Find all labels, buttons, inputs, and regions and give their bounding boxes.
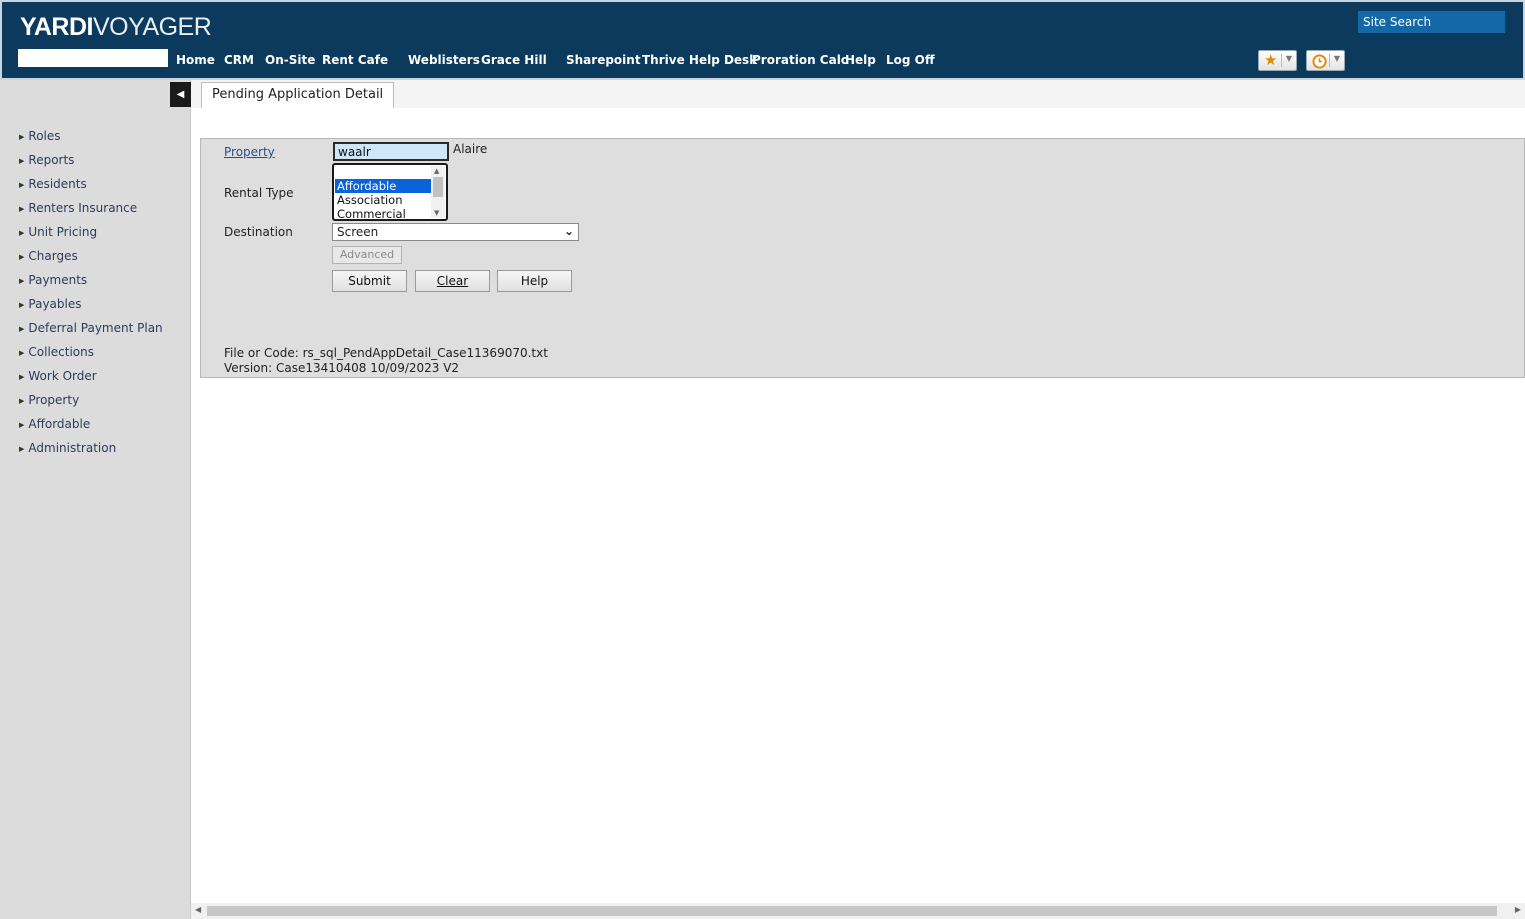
sidebar-item-renters-insurance[interactable]: ▶ Renters Insurance bbox=[19, 201, 137, 215]
yardi-voyager-logo: YARDIVOYAGER bbox=[20, 13, 212, 41]
nav-home[interactable]: Home bbox=[176, 53, 215, 67]
submit-button[interactable]: Submit bbox=[332, 270, 407, 292]
sidebar-item-residents[interactable]: ▶ Residents bbox=[19, 177, 87, 191]
nav-thrive-help-desk[interactable]: Thrive Help Desk bbox=[642, 53, 757, 67]
caret-right-icon: ▶ bbox=[19, 349, 25, 357]
property-input[interactable]: waalr bbox=[333, 142, 449, 161]
clear-button[interactable]: Clear bbox=[415, 270, 490, 292]
chevron-down-icon: ▼ bbox=[1333, 54, 1340, 63]
tab-pending-application-detail[interactable]: Pending Application Detail bbox=[201, 82, 395, 108]
advanced-button[interactable]: Advanced bbox=[332, 246, 402, 264]
horizontal-scrollbar[interactable]: ◀ ▶ bbox=[191, 903, 1525, 919]
caret-right-icon: ▶ bbox=[19, 205, 25, 213]
scrollbar-thumb[interactable] bbox=[207, 906, 1497, 916]
nav-log-off[interactable]: Log Off bbox=[886, 53, 935, 67]
sidebar-item-payments[interactable]: ▶ Payments bbox=[19, 273, 87, 287]
version-info: Version: Case13410408 10/09/2023 V2 bbox=[224, 361, 460, 375]
rental-type-label: Rental Type bbox=[224, 186, 294, 200]
scroll-right-icon[interactable]: ▶ bbox=[1515, 905, 1521, 914]
listbox-scrollbar[interactable]: ▲ ▼ bbox=[431, 166, 445, 218]
caret-right-icon: ▶ bbox=[19, 445, 25, 453]
star-icon: ★ bbox=[1264, 51, 1278, 69]
destination-label: Destination bbox=[224, 225, 293, 239]
rental-type-option-commercial[interactable]: Commercial bbox=[335, 207, 431, 219]
scroll-up-icon[interactable]: ▲ bbox=[434, 167, 439, 175]
caret-right-icon: ▶ bbox=[19, 277, 25, 285]
caret-right-icon: ▶ bbox=[19, 253, 25, 261]
user-name-box bbox=[18, 49, 168, 67]
nav-help[interactable]: Help bbox=[845, 53, 876, 67]
nav-rent-cafe[interactable]: Rent Cafe bbox=[322, 53, 388, 67]
destination-select[interactable]: Screen ⌄ bbox=[332, 223, 579, 241]
sidebar-item-charges[interactable]: ▶ Charges bbox=[19, 249, 78, 263]
sidebar-item-deferral-payment-plan[interactable]: ▶ Deferral Payment Plan bbox=[19, 321, 163, 335]
favorites-button[interactable]: ★ ▼ bbox=[1258, 50, 1297, 71]
scrollbar-thumb[interactable] bbox=[433, 177, 443, 197]
chevron-down-icon: ⌄ bbox=[563, 224, 574, 238]
nav-proration-calc[interactable]: Proration Calc bbox=[752, 53, 848, 67]
collapse-sidebar-button[interactable]: ◀ bbox=[170, 82, 191, 107]
nav-grace-hill[interactable]: Grace Hill bbox=[481, 53, 547, 67]
chevron-down-icon: ▼ bbox=[1285, 54, 1292, 63]
sidebar-item-work-order[interactable]: ▶ Work Order bbox=[19, 369, 97, 383]
property-name: Alaire bbox=[453, 142, 488, 156]
sidebar-item-affordable[interactable]: ▶ Affordable bbox=[19, 417, 90, 431]
rental-type-option-association[interactable]: Association bbox=[335, 193, 431, 207]
caret-right-icon: ▶ bbox=[19, 301, 25, 309]
scroll-down-icon[interactable]: ▼ bbox=[434, 209, 439, 217]
property-link[interactable]: Property bbox=[224, 145, 275, 159]
caret-right-icon: ▶ bbox=[19, 421, 25, 429]
sidebar-item-roles[interactable]: ▶ Roles bbox=[19, 129, 61, 143]
file-code-info: File or Code: rs_sql_PendAppDetail_Case1… bbox=[224, 346, 548, 360]
sidebar-item-unit-pricing[interactable]: ▶ Unit Pricing bbox=[19, 225, 97, 239]
rental-type-listbox[interactable]: Affordable Association Commercial ▲ ▼ bbox=[332, 163, 448, 221]
history-button[interactable]: ▼ bbox=[1306, 50, 1345, 71]
nav-on-site[interactable]: On-Site bbox=[265, 53, 315, 67]
sidebar-item-reports[interactable]: ▶ Reports bbox=[19, 153, 74, 167]
caret-right-icon: ▶ bbox=[19, 157, 25, 165]
caret-right-icon: ▶ bbox=[19, 397, 25, 405]
caret-right-icon: ▶ bbox=[19, 325, 25, 333]
destination-value: Screen bbox=[337, 225, 379, 239]
clock-icon bbox=[1312, 52, 1327, 73]
caret-right-icon: ▶ bbox=[19, 181, 25, 189]
caret-right-icon: ▶ bbox=[19, 229, 25, 237]
caret-right-icon: ▶ bbox=[19, 373, 25, 381]
help-button[interactable]: Help bbox=[497, 270, 572, 292]
nav-weblisters[interactable]: Weblisters bbox=[408, 53, 480, 67]
sidebar-item-administration[interactable]: ▶ Administration bbox=[19, 441, 116, 455]
caret-right-icon: ▶ bbox=[19, 133, 25, 141]
sidebar-item-payables[interactable]: ▶ Payables bbox=[19, 297, 81, 311]
sidebar-item-property[interactable]: ▶ Property bbox=[19, 393, 79, 407]
nav-sharepoint[interactable]: Sharepoint bbox=[566, 53, 641, 67]
sidebar-item-collections[interactable]: ▶ Collections bbox=[19, 345, 94, 359]
scroll-left-icon[interactable]: ◀ bbox=[195, 905, 201, 914]
site-search-input[interactable]: Site Search bbox=[1358, 11, 1505, 33]
nav-crm[interactable]: CRM bbox=[224, 53, 254, 67]
rental-type-option-affordable[interactable]: Affordable bbox=[335, 179, 431, 193]
